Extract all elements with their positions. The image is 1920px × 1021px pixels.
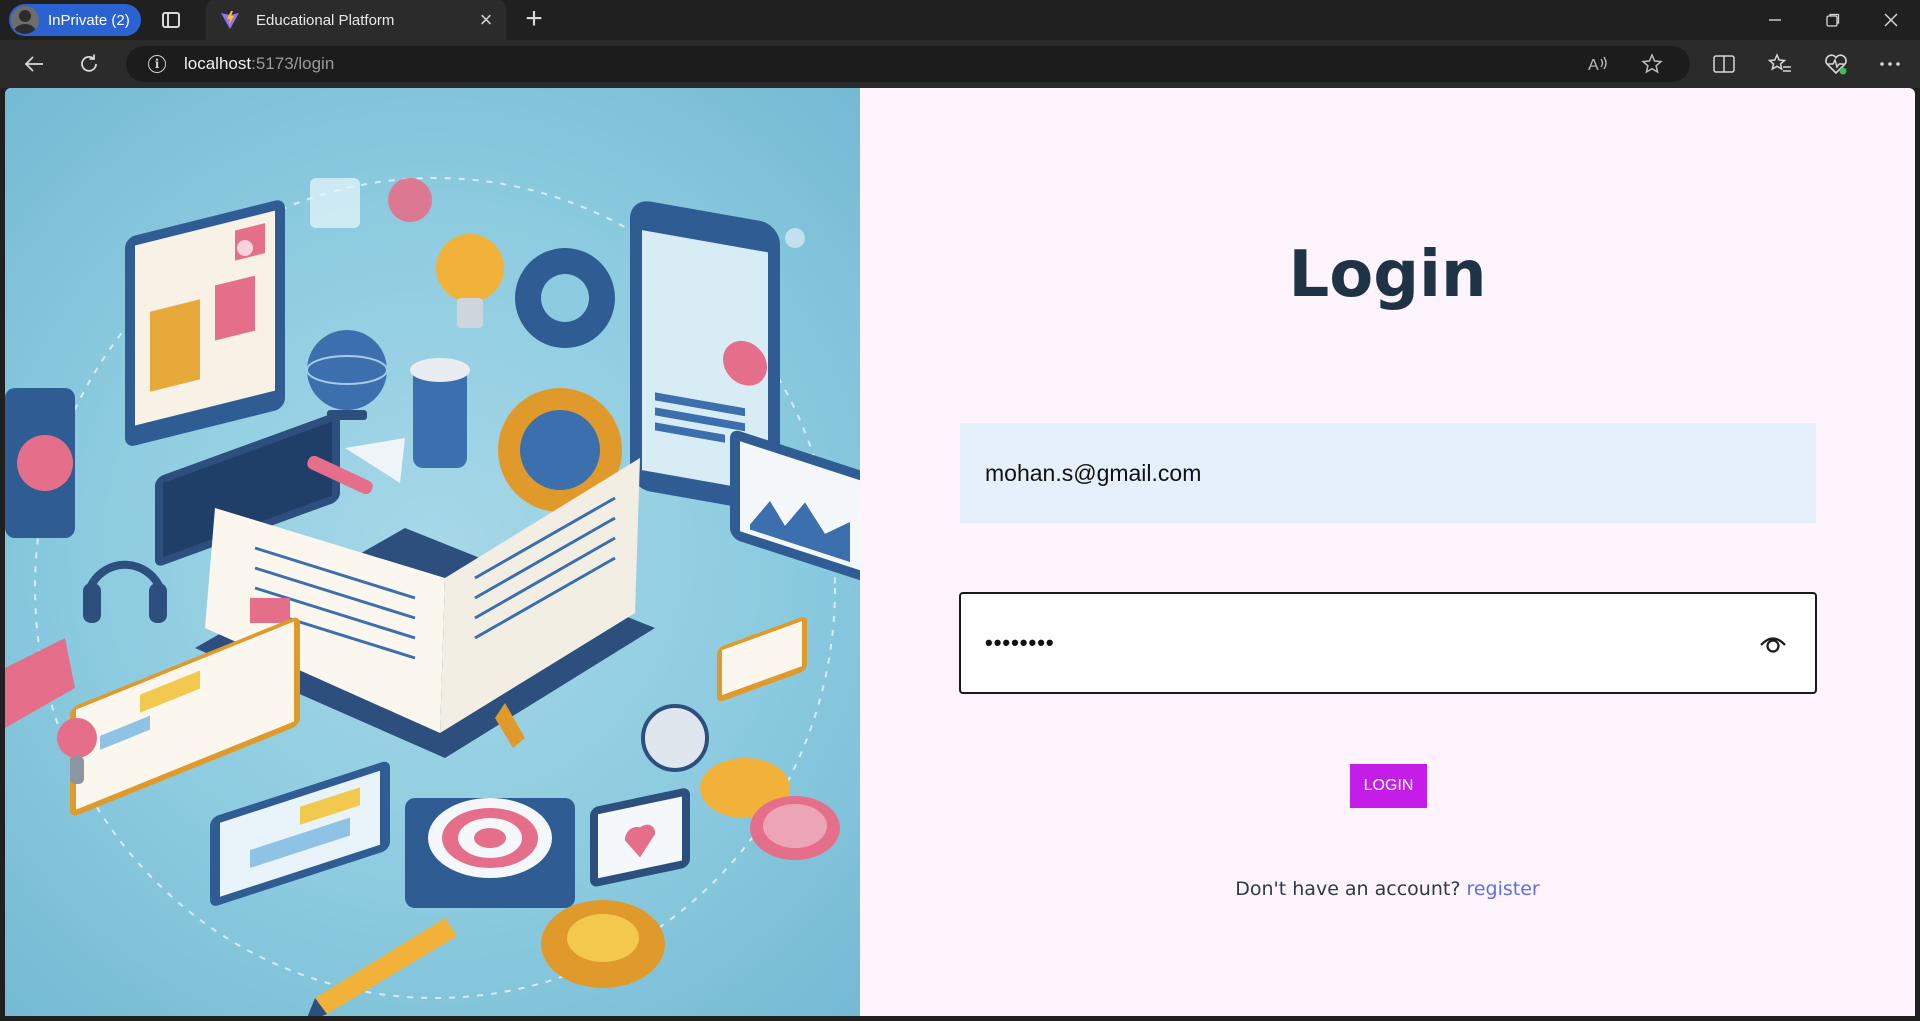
more-icon[interactable] [1872, 48, 1908, 80]
no-account-text: Don't have an account? [1235, 878, 1467, 900]
register-prompt: Don't have an account? register [860, 878, 1915, 900]
restore-icon[interactable] [1804, 0, 1862, 40]
page-title: Login [1288, 238, 1487, 312]
star-icon[interactable] [1640, 52, 1664, 76]
favorites-icon[interactable] [1762, 48, 1798, 80]
inprivate-profile-button[interactable]: InPrivate (2) [9, 4, 141, 36]
eye-icon[interactable] [1759, 632, 1787, 654]
register-link[interactable]: register [1466, 878, 1539, 900]
url-path: :5173/login [251, 54, 335, 73]
minimize-icon[interactable] [1746, 0, 1804, 40]
email-value: mohan.s@gmail.com [985, 459, 1202, 486]
email-field[interactable]: mohan.s@gmail.com [960, 423, 1816, 523]
education-illustration [5, 88, 860, 1016]
tab-educational-platform[interactable]: Educational Platform × [206, 0, 506, 40]
url-host: localhost [184, 54, 252, 73]
inprivate-label: InPrivate (2) [48, 11, 130, 29]
browser-titlebar: InPrivate (2) Educational Platform × + [0, 0, 1920, 40]
tab-actions-icon[interactable] [158, 8, 184, 32]
tab-title: Educational Platform [256, 11, 395, 29]
info-icon[interactable]: i [148, 55, 166, 73]
back-arrow-icon[interactable] [16, 48, 52, 80]
address-bar[interactable]: i localhost:5173/login A [126, 46, 1690, 82]
close-icon[interactable]: × [472, 6, 500, 34]
login-button[interactable]: LOGIN [1350, 764, 1427, 808]
password-value: •••••••• [985, 630, 1055, 655]
split-screen-icon[interactable] [1706, 48, 1742, 80]
svg-text:A: A [1588, 57, 1599, 74]
login-panel: Login mohan.s@gmail.com •••••••• LOGIN D… [860, 88, 1915, 1016]
refresh-icon[interactable] [71, 48, 107, 80]
page-viewport: Login mohan.s@gmail.com •••••••• LOGIN D… [5, 88, 1915, 1016]
vite-favicon-icon [221, 11, 239, 29]
close-window-icon[interactable] [1862, 0, 1920, 40]
read-aloud-icon[interactable]: A [1586, 52, 1610, 76]
inprivate-avatar-icon [11, 6, 39, 34]
illustration-graphic [5, 177, 860, 1016]
plus-icon[interactable]: + [520, 4, 548, 34]
password-field[interactable]: •••••••• [959, 592, 1817, 694]
heart-pulse-icon[interactable] [1818, 48, 1854, 80]
browser-toolbar: i localhost:5173/login A [0, 40, 1920, 88]
